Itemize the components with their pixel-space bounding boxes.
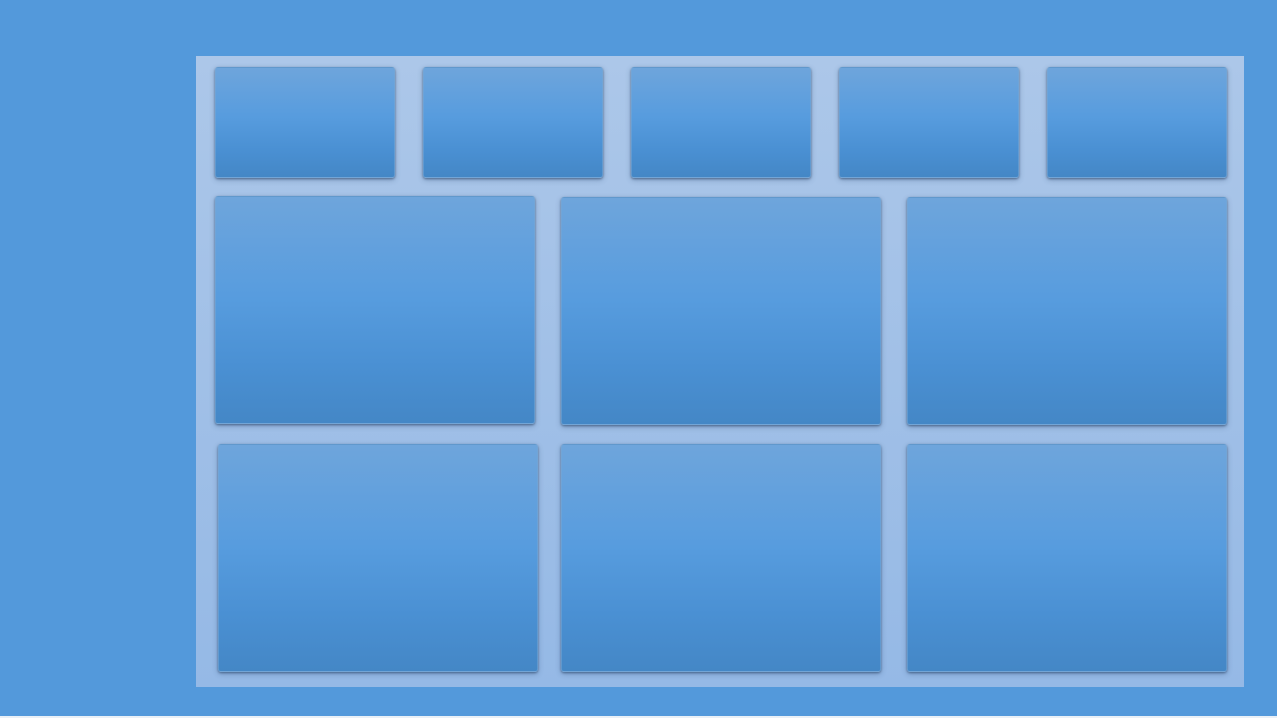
tile-small-5[interactable]	[1047, 67, 1227, 178]
tile-grid-panel	[196, 56, 1244, 687]
tile-small-3[interactable]	[631, 67, 811, 178]
tile-small-2[interactable]	[423, 67, 603, 178]
tile-small-4[interactable]	[839, 67, 1019, 178]
tile-large-2[interactable]	[561, 197, 881, 425]
tile-small-1[interactable]	[215, 67, 395, 178]
tile-large-5[interactable]	[561, 444, 881, 672]
tile-large-6[interactable]	[907, 444, 1227, 672]
tile-large-3[interactable]	[907, 197, 1227, 425]
desktop-background: { "colors": { "background": "#5399db", "…	[0, 0, 1277, 718]
tile-large-4[interactable]	[218, 444, 538, 672]
tile-large-1[interactable]	[215, 196, 535, 424]
